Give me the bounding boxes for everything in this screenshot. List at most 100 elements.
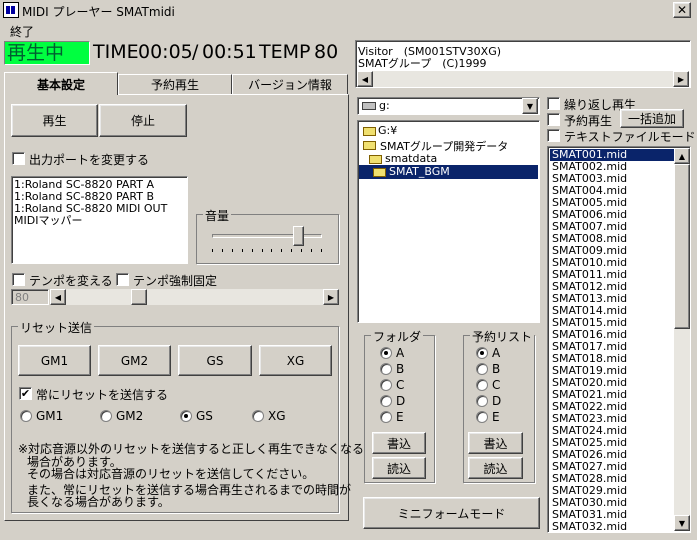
folder-icon bbox=[369, 155, 382, 164]
reset-radio-gm1[interactable] bbox=[20, 410, 32, 422]
folder-radio-b[interactable] bbox=[380, 363, 392, 375]
chevron-down-icon[interactable]: ▼ bbox=[522, 98, 538, 114]
volume-tick bbox=[301, 249, 302, 252]
reset-xg-button[interactable]: XG bbox=[259, 345, 332, 376]
folder-radio-label: D bbox=[396, 394, 406, 408]
reserve-play-label: 予約再生 bbox=[564, 114, 613, 128]
folder-radio-label: A bbox=[396, 346, 405, 360]
drive-icon bbox=[362, 102, 376, 110]
folder-icon bbox=[363, 127, 376, 136]
text-mode-label: テキストファイルモード bbox=[564, 130, 696, 144]
scroll-right-icon[interactable]: ▶ bbox=[323, 289, 339, 305]
file-item[interactable]: SMAT032.mid bbox=[550, 521, 674, 533]
folder-read-button[interactable]: 読込 bbox=[372, 457, 426, 479]
folder-radio-d[interactable] bbox=[380, 395, 392, 407]
reserve-read-button[interactable]: 読込 bbox=[468, 457, 523, 479]
always-reset-checkbox[interactable]: ✔ bbox=[19, 387, 32, 400]
reserve-radio-c[interactable] bbox=[476, 379, 488, 391]
reset-radio-gm2[interactable] bbox=[100, 410, 112, 422]
repeat-checkbox[interactable] bbox=[547, 97, 560, 110]
menu-exit[interactable]: 終了 bbox=[10, 23, 34, 40]
tab-basic[interactable]: 基本設定 bbox=[4, 72, 118, 95]
stop-button[interactable]: 停止 bbox=[99, 104, 187, 137]
reset-radio-xg[interactable] bbox=[252, 410, 264, 422]
folder-tree[interactable]: G:¥ SMATグループ開発データ smatdata SMAT_BGM bbox=[357, 120, 540, 323]
reserve-radio-label: B bbox=[492, 362, 501, 376]
reset-radio-gm2-label: GM2 bbox=[116, 409, 144, 423]
drive-select[interactable]: g: ▼ bbox=[357, 97, 540, 115]
reserve-radio-label: E bbox=[492, 410, 500, 424]
tempo-change-label: テンポを変える bbox=[29, 274, 113, 288]
volume-tick bbox=[311, 249, 312, 252]
folder-radio-c[interactable] bbox=[380, 379, 392, 391]
mini-form-button[interactable]: ミニフォームモード bbox=[363, 497, 540, 529]
volume-group: 音量 bbox=[196, 207, 339, 264]
volume-ticks bbox=[212, 249, 322, 253]
tab-version[interactable]: バージョン情報 bbox=[232, 74, 348, 94]
reset-gm1-button[interactable]: GM1 bbox=[18, 345, 91, 376]
scroll-up-icon[interactable]: ▲ bbox=[674, 148, 690, 164]
volume-tick bbox=[281, 249, 282, 252]
scroll-thumb[interactable] bbox=[674, 164, 690, 329]
reset-gm2-button[interactable]: GM2 bbox=[98, 345, 171, 376]
volume-tick bbox=[232, 249, 233, 252]
tab-reserve[interactable]: 予約再生 bbox=[118, 74, 232, 94]
time-label: TIME bbox=[93, 41, 139, 63]
folder-radio-a[interactable] bbox=[380, 347, 392, 359]
reserve-radio-e[interactable] bbox=[476, 411, 488, 423]
text-mode-checkbox[interactable] bbox=[547, 129, 560, 142]
reset-note-5: 長くなる場合があります。 bbox=[27, 495, 170, 509]
reset-radio-gs[interactable] bbox=[180, 410, 192, 422]
volume-tick bbox=[222, 249, 223, 252]
reset-radio-gm1-label: GM1 bbox=[36, 409, 64, 423]
tempo-force-checkbox[interactable] bbox=[116, 273, 129, 286]
reserve-radio-a[interactable] bbox=[476, 347, 488, 359]
volume-tick bbox=[291, 249, 292, 252]
output-port-label: 出力ポートを変更する bbox=[29, 153, 150, 167]
folder-icon bbox=[363, 141, 376, 150]
scroll-right-icon[interactable]: ▶ bbox=[673, 71, 689, 87]
scroll-left-icon[interactable]: ◀ bbox=[357, 71, 373, 87]
always-reset-label: 常にリセットを送信する bbox=[36, 388, 169, 402]
tempo-scrollbar[interactable] bbox=[50, 289, 339, 305]
volume-slider-thumb[interactable] bbox=[293, 226, 304, 246]
reset-group-label: リセット送信 bbox=[18, 319, 95, 336]
reset-gs-button[interactable]: GS bbox=[178, 345, 252, 376]
tempo-label: TEMP bbox=[259, 41, 311, 63]
file-list[interactable]: SMAT001.mid SMAT002.mid SMAT003.mid SMAT004… bbox=[547, 146, 691, 533]
reserve-radio-b[interactable] bbox=[476, 363, 488, 375]
reserve-group-label: 予約リスト bbox=[470, 328, 534, 345]
tempo-force-label: テンポ強制固定 bbox=[133, 274, 218, 288]
reserve-play-checkbox[interactable] bbox=[547, 113, 560, 126]
info-scrollbar[interactable] bbox=[357, 71, 689, 87]
folder-item[interactable]: G:¥ bbox=[378, 124, 397, 137]
scroll-left-icon[interactable]: ◀ bbox=[50, 289, 66, 305]
folder-radio-e[interactable] bbox=[380, 411, 392, 423]
folder-item[interactable]: SMAT_BGM bbox=[389, 165, 450, 178]
scroll-down-icon[interactable]: ▼ bbox=[674, 515, 690, 531]
folder-item[interactable]: smatdata bbox=[385, 152, 437, 165]
reserve-radio-label: A bbox=[492, 346, 501, 360]
folder-open-icon bbox=[373, 168, 386, 177]
play-button[interactable]: 再生 bbox=[11, 104, 98, 137]
time-separator: / bbox=[192, 41, 199, 63]
reserve-radio-d[interactable] bbox=[476, 395, 488, 407]
folder-write-button[interactable]: 書込 bbox=[372, 432, 426, 454]
play-state: 再生中 bbox=[4, 41, 90, 65]
bulk-add-button[interactable]: 一括追加 bbox=[620, 109, 684, 128]
folder-radio-label: C bbox=[396, 378, 405, 392]
tempo-value-field[interactable]: 80 bbox=[11, 289, 49, 305]
close-button[interactable]: ✕ bbox=[673, 2, 691, 18]
tempo-change-checkbox[interactable] bbox=[12, 273, 25, 286]
list-item[interactable]: MIDIマッパー bbox=[12, 215, 187, 227]
volume-tick bbox=[321, 249, 322, 252]
volume-label: 音量 bbox=[203, 207, 232, 224]
folder-group-label: フォルダ bbox=[371, 328, 424, 345]
reset-radio-xg-label: XG bbox=[268, 409, 286, 423]
output-port-checkbox[interactable] bbox=[12, 152, 25, 165]
reserve-write-button[interactable]: 書込 bbox=[468, 432, 523, 454]
output-port-list[interactable]: 1:Roland SC-8820 PART A 1:Roland SC-8820… bbox=[11, 176, 188, 264]
status-display: 再生中 TIME 00:05 / 00:51 TEMP 80 bbox=[4, 40, 349, 66]
tempo-slider-thumb[interactable] bbox=[131, 289, 147, 305]
volume-tick bbox=[271, 249, 272, 252]
